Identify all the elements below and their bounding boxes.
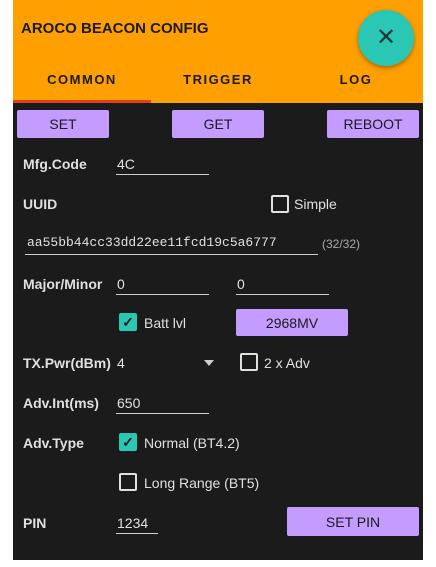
adv-interval-label: Adv.Int(ms) [23,395,99,411]
normal-bt42-label: Normal (BT4.2) [144,435,240,451]
tx-power-label: TX.Pwr(dBm) [23,355,111,371]
simple-checkbox[interactable] [271,195,289,213]
reboot-button[interactable]: REBOOT [327,110,419,138]
adv-interval-input[interactable]: 650 [117,395,140,411]
app-bar: AROCO BEACON CONFIG ✕ COMMON TRIGGER LOG [13,0,423,103]
tab-indicator [13,100,151,103]
pin-input[interactable]: 1234 [117,515,148,531]
get-button[interactable]: GET [172,110,264,138]
tx-power-select[interactable]: 4 [117,355,125,371]
simple-checkbox-label: Simple [294,196,337,212]
app-title: AROCO BEACON CONFIG [21,20,209,37]
double-adv-label: 2 x Adv [264,355,310,371]
uuid-label: UUID [23,196,58,212]
long-range-bt5-label: Long Range (BT5) [144,475,260,491]
check-icon: ✓ [122,434,134,450]
mfg-code-input[interactable]: 4C [117,156,135,172]
batt-lvl-label: Batt lvl [144,315,187,331]
chevron-down-icon[interactable] [204,360,214,366]
check-icon: ✓ [122,314,134,330]
adv-interval-underline [116,413,209,414]
tab-log[interactable]: LOG [313,72,399,90]
pin-label: PIN [23,515,47,531]
minor-underline [236,294,329,295]
tab-trigger[interactable]: TRIGGER [163,72,273,90]
close-icon: ✕ [375,24,397,51]
normal-bt42-checkbox[interactable]: ✓ [119,433,137,451]
uuid-length-counter: (32/32) [322,237,361,251]
battery-voltage-button[interactable]: 2968MV [236,309,348,336]
uuid-underline [25,254,318,255]
mfg-code-underline [116,174,209,175]
major-underline [116,294,209,295]
adv-type-label: Adv.Type [23,435,84,451]
major-input[interactable]: 0 [117,276,125,292]
tab-common[interactable]: COMMON [13,72,151,90]
major-minor-label: Major/Minor [23,276,103,292]
long-range-bt5-checkbox[interactable] [119,473,137,491]
batt-lvl-checkbox[interactable]: ✓ [119,313,137,331]
pin-underline [116,533,158,534]
set-pin-button[interactable]: SET PIN [287,507,419,536]
mfg-code-label: Mfg.Code [23,156,87,172]
close-button[interactable]: ✕ [358,10,414,66]
set-button[interactable]: SET [17,110,109,138]
app-screen: AROCO BEACON CONFIG ✕ COMMON TRIGGER LOG… [13,0,423,560]
minor-input[interactable]: 0 [237,276,245,292]
double-adv-checkbox[interactable] [240,353,258,371]
uuid-input[interactable]: aa55bb44cc33dd22ee11fcd19c5a6777 [27,235,277,250]
